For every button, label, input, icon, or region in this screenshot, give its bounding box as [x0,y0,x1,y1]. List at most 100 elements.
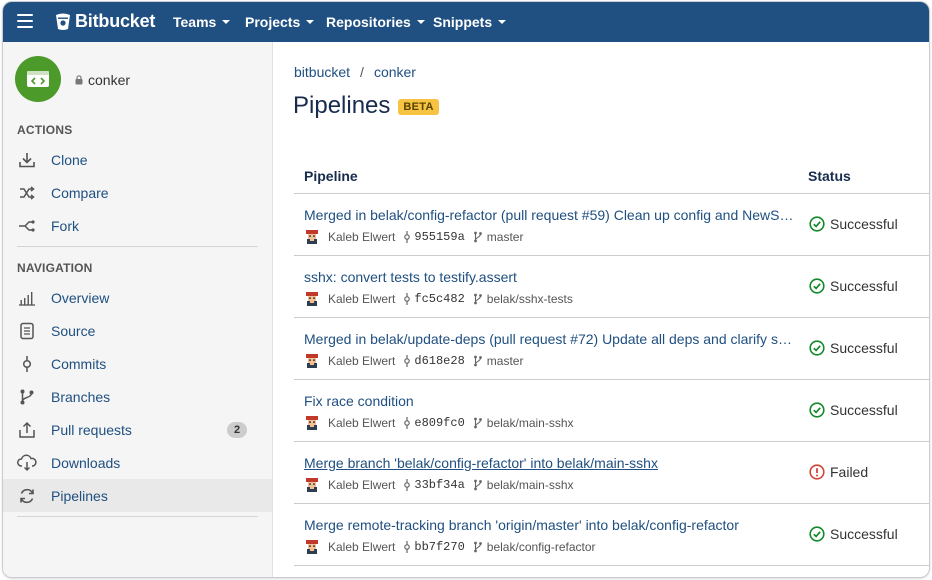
pull-requests-icon [17,420,37,440]
repo-name[interactable]: conker [75,72,130,88]
author-name: Kaleb Elwert [328,540,396,554]
commit-icon [403,541,411,553]
sidebar-item-label: Branches [51,388,111,405]
success-check-icon [809,340,830,356]
breadcrumb: bitbucket / conker [294,64,416,80]
code-repo-icon [27,71,49,87]
sidebar-item-pipelines[interactable]: Pipelines [3,479,272,512]
pipeline-status[interactable]: Successful [809,216,898,232]
commits-icon [17,354,37,374]
pipeline-commit-link[interactable]: Merge remote-tracking branch 'origin/mas… [304,517,794,533]
commit-icon [403,231,411,243]
pipeline-commit-link[interactable]: Merge branch 'belak/config-refactor' int… [304,455,794,471]
sidebar-item-source[interactable]: Source [3,314,272,347]
nav-teams[interactable]: Teams [173,2,231,42]
pipeline-status[interactable]: Failed [809,464,868,480]
pipeline-meta: Kaleb Elwert 33bf34a belak/main-sshx [304,476,574,494]
breadcrumb-owner-link[interactable]: bitbucket [294,64,350,80]
chevron-down-icon [416,20,425,24]
sidebar-divider [17,516,258,517]
pipelines-icon [17,486,37,506]
menu-icon[interactable] [17,14,33,28]
status-text: Successful [830,402,898,418]
pipelines-table-body: Merged in belak/config-refactor (pull re… [294,194,929,566]
sidebar-item-overview[interactable]: Overview [3,281,272,314]
branches-icon [17,387,37,407]
sidebar-item-downloads[interactable]: Downloads [3,446,272,479]
author-avatar[interactable] [304,415,320,431]
sidebar-item-label: Overview [51,289,110,306]
branch-name[interactable]: belak/sshx-tests [487,292,573,306]
success-check-icon [809,526,830,542]
table-row[interactable]: Merge branch 'belak/config-refactor' int… [294,442,929,504]
compare-icon [17,183,37,203]
status-text: Successful [830,526,898,542]
chevron-down-icon [498,20,507,24]
sidebar: conker ACTIONS Clone Compare Fork NAVIGA… [3,42,273,577]
commit-hash[interactable]: e809fc0 [414,416,464,430]
sidebar-divider [17,246,258,247]
table-row[interactable]: Merged in belak/update-deps (pull reques… [294,318,929,380]
commit-hash[interactable]: 33bf34a [414,478,464,492]
pipeline-status[interactable]: Successful [809,278,898,294]
table-row[interactable]: Merged in belak/config-refactor (pull re… [294,194,929,256]
nav-projects[interactable]: Projects [245,2,315,42]
app-window: Bitbucket Teams Projects Repositories Sn… [3,2,929,577]
branch-icon [473,417,483,429]
repo-avatar[interactable] [15,56,61,102]
source-icon [17,321,37,341]
sidebar-item-commits[interactable]: Commits [3,347,272,380]
pipeline-status[interactable]: Successful [809,340,898,356]
pipeline-meta: Kaleb Elwert d618e28 master [304,352,523,370]
column-header-pipeline: Pipeline [304,168,358,184]
commit-hash[interactable]: bb7f270 [414,540,464,554]
sidebar-item-clone[interactable]: Clone [3,143,272,176]
nav-label: Snippets [433,14,493,30]
table-row[interactable]: Fix race condition Kaleb Elwert e809fc0 … [294,380,929,442]
author-avatar[interactable] [304,477,320,493]
nav-snippets[interactable]: Snippets [433,2,507,42]
author-avatar[interactable] [304,291,320,307]
branch-name[interactable]: master [487,354,524,368]
commit-icon [403,293,411,305]
sidebar-item-branches[interactable]: Branches [3,380,272,413]
pipeline-status[interactable]: Successful [809,526,898,542]
sidebar-item-label: Commits [51,355,107,372]
bitbucket-logo[interactable]: Bitbucket [55,11,155,32]
author-name: Kaleb Elwert [328,292,396,306]
author-avatar[interactable] [304,539,320,555]
branch-name[interactable]: master [487,230,524,244]
branch-name[interactable]: belak/main-sshx [487,416,574,430]
sidebar-item-compare[interactable]: Compare [3,176,272,209]
table-row[interactable]: Merge remote-tracking branch 'origin/mas… [294,504,929,566]
author-name: Kaleb Elwert [328,478,396,492]
commit-icon [403,417,411,429]
commit-hash[interactable]: fc5c482 [414,292,464,306]
chevron-down-icon [306,20,315,24]
pipeline-commit-link[interactable]: sshx: convert tests to testify.assert [304,269,794,285]
pull-requests-count-badge: 2 [227,422,247,438]
navigation-section-title: NAVIGATION [17,261,93,275]
commit-hash[interactable]: 955159a [414,230,464,244]
branch-name[interactable]: belak/main-sshx [487,478,574,492]
commit-hash[interactable]: d618e28 [414,354,464,368]
sidebar-item-pull-requests[interactable]: Pull requests 2 [3,413,272,446]
pipeline-commit-link[interactable]: Merged in belak/update-deps (pull reques… [304,331,794,347]
pipeline-meta: Kaleb Elwert fc5c482 belak/sshx-tests [304,290,573,308]
author-avatar[interactable] [304,353,320,369]
table-row[interactable]: sshx: convert tests to testify.assert Ka… [294,256,929,318]
pipeline-commit-link[interactable]: Fix race condition [304,393,794,409]
pipeline-commit-link[interactable]: Merged in belak/config-refactor (pull re… [304,207,794,223]
status-text: Failed [830,464,869,480]
sidebar-item-fork[interactable]: Fork [3,209,272,242]
breadcrumb-repo-link[interactable]: conker [374,64,416,80]
breadcrumb-separator: / [360,64,364,80]
branch-icon [473,231,483,243]
success-check-icon [809,216,830,232]
nav-repositories[interactable]: Repositories [326,2,425,42]
author-avatar[interactable] [304,229,320,245]
pipeline-status[interactable]: Successful [809,402,898,418]
branch-name[interactable]: belak/config-refactor [487,540,596,554]
brand-name: Bitbucket [75,11,156,31]
pipelines-table-header: Pipeline Status [294,158,929,194]
